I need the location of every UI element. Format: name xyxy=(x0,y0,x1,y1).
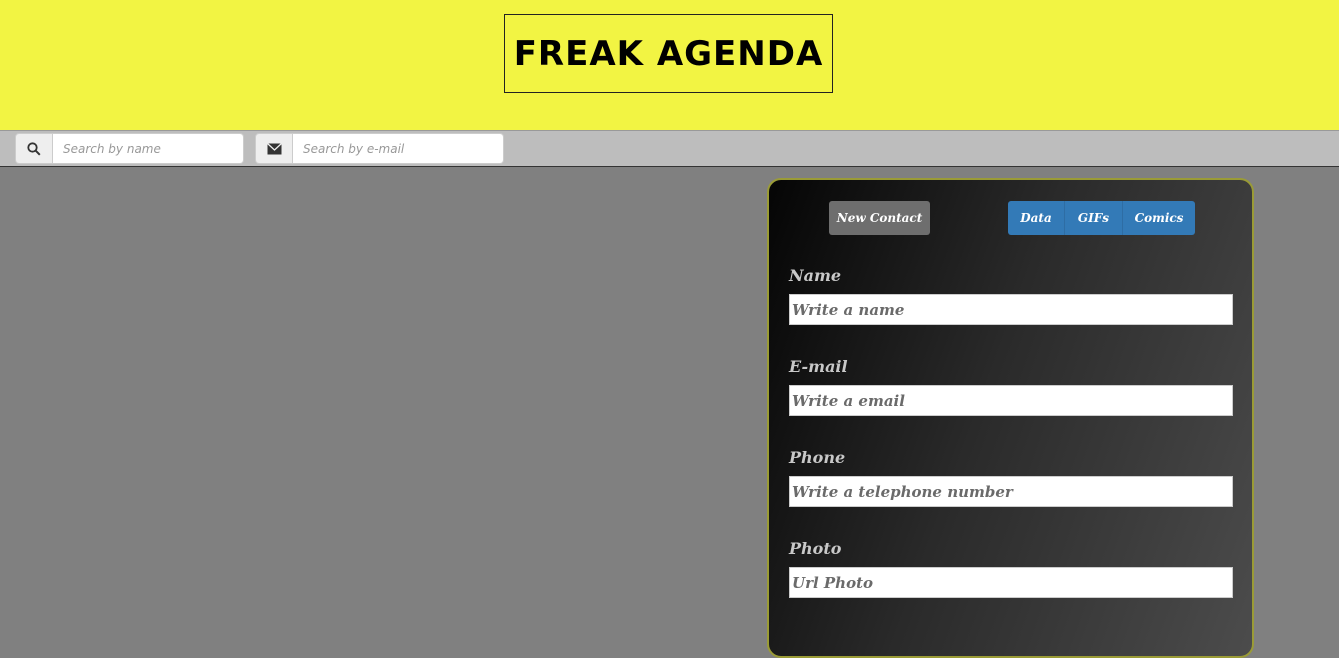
phone-label: Phone xyxy=(789,448,846,467)
phone-field[interactable] xyxy=(789,476,1233,507)
panel-tab-group: Data GIFs Comics xyxy=(1008,201,1195,235)
name-field[interactable] xyxy=(789,294,1233,325)
search-icon xyxy=(15,133,53,164)
app-title: Freak Agenda xyxy=(513,33,824,74)
tab-gifs[interactable]: GIFs xyxy=(1065,201,1123,235)
search-name-input[interactable] xyxy=(53,133,244,164)
tab-comics[interactable]: Comics xyxy=(1123,201,1195,235)
name-search-group xyxy=(15,133,244,164)
envelope-icon xyxy=(255,133,293,164)
tab-data[interactable]: Data xyxy=(1008,201,1065,235)
header: Freak Agenda xyxy=(0,0,1339,130)
contact-panel: New Contact Data GIFs Comics Name E-mail… xyxy=(767,178,1254,658)
photo-url-field[interactable] xyxy=(789,567,1233,598)
email-label: E-mail xyxy=(789,357,848,376)
search-bar xyxy=(0,130,1339,167)
name-label: Name xyxy=(789,266,842,285)
logo-box: Freak Agenda xyxy=(504,14,833,93)
email-search-group xyxy=(255,133,504,164)
email-field[interactable] xyxy=(789,385,1233,416)
search-email-input[interactable] xyxy=(293,133,504,164)
photo-label: Photo xyxy=(789,539,842,558)
new-contact-button[interactable]: New Contact xyxy=(829,201,930,235)
